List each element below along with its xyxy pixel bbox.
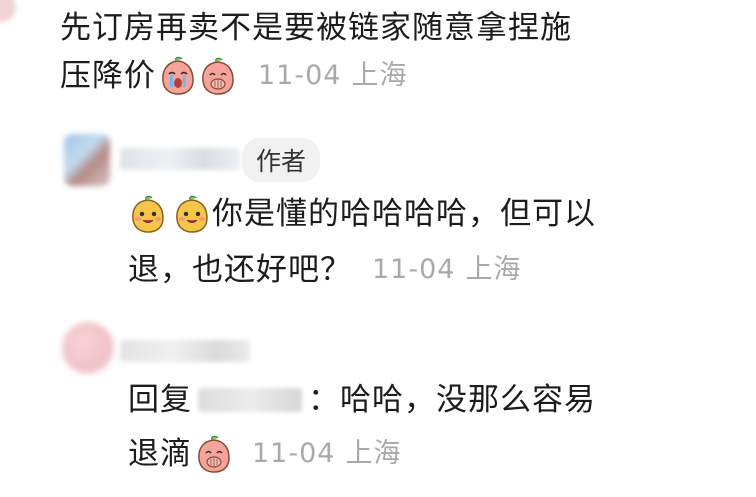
comment-text: 先订房再卖不是要被链家随意拿捏施 压降价 11-04 上海 — [60, 4, 750, 100]
peach-hand-mouth-icon — [194, 434, 234, 474]
username-blurred[interactable] — [120, 340, 250, 362]
reply-text-line2: 退滴 11-04 上海 — [128, 430, 748, 478]
reply-text-line1-text: ：哈哈，没那么容易 — [308, 382, 596, 418]
comment-text-line1: 先订房再卖不是要被链家随意拿捏施 — [60, 10, 572, 46]
reply-text-line1-text: 你是懂的哈哈哈哈，但可以 — [212, 196, 596, 232]
reply-text: 你是懂的哈哈哈哈，但可以 退，也还好吧？ 11-04 上海 — [128, 190, 748, 294]
avatar[interactable] — [62, 322, 114, 374]
comment-text-line2: 压降价 11-04 上海 — [60, 52, 750, 100]
reply-text: 回复 ：哈哈，没那么容易 退滴 11-04 上海 — [128, 376, 748, 478]
comment-text-line2-text: 压降价 — [60, 58, 156, 94]
avatar-top-fragment — [0, 0, 16, 22]
yellow-peach-icon — [128, 194, 168, 234]
author-badge: 作者 — [242, 138, 321, 182]
reply-location: 上海 — [465, 254, 522, 285]
comment-location: 上海 — [351, 60, 408, 91]
reply-text-line2: 退，也还好吧？ 11-04 上海 — [128, 246, 748, 294]
reply-date: 11-04 — [252, 438, 336, 469]
reply-text-line2-text: 退，也还好吧？ — [128, 252, 352, 288]
reply-prefix: 回复 — [128, 382, 192, 418]
comment-date: 11-04 — [258, 60, 342, 91]
mention-blurred[interactable] — [198, 388, 302, 412]
reply-text-line1: 你是懂的哈哈哈哈，但可以 — [128, 190, 748, 238]
reply-text-line1: 回复 ：哈哈，没那么容易 — [128, 376, 748, 424]
username-blurred[interactable] — [120, 148, 240, 170]
reply-date: 11-04 — [372, 254, 456, 285]
crying-peach-icon — [158, 56, 198, 96]
yellow-peach-icon — [172, 194, 212, 234]
reply-location: 上海 — [345, 438, 402, 469]
reply-text-line2-text: 退滴 — [128, 436, 192, 472]
avatar[interactable] — [64, 134, 110, 186]
peach-hand-mouth-icon — [198, 56, 238, 96]
